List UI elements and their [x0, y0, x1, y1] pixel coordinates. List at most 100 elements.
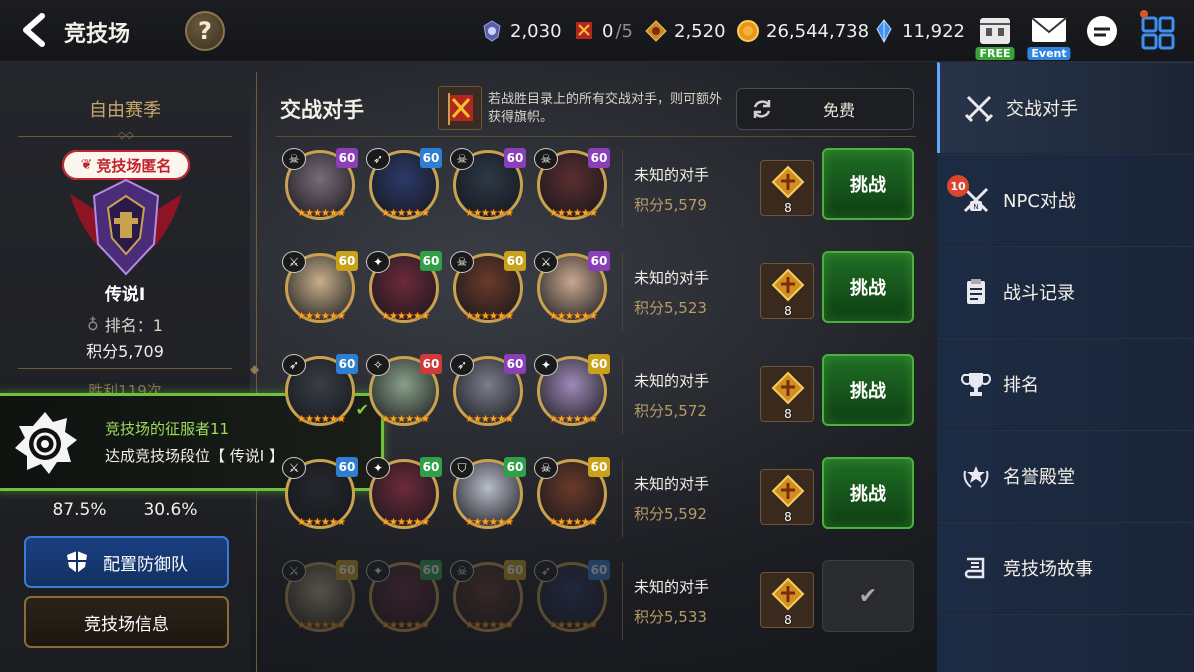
hero-portrait[interactable]: ☠ 60 ★★★★★★: [534, 148, 610, 224]
menu-hall-of-fame-label: 名誉殿堂: [1003, 467, 1075, 488]
menu-hall-of-fame[interactable]: 名誉殿堂: [937, 430, 1194, 521]
menu-ranking-label: 排名: [1003, 375, 1039, 396]
hero-level: 60: [588, 354, 610, 374]
hero-level: 60: [504, 560, 526, 580]
menu-ranking[interactable]: 排名: [937, 338, 1194, 429]
hero-class-icon: ⛉: [450, 457, 474, 479]
crystal-icon: [872, 19, 896, 43]
rank-medal-icon: ♁: [87, 314, 99, 334]
arena-menu: 交战对手 10 N NPC对战 战斗记录 排名 名誉殿堂 竞技场故事: [937, 62, 1194, 672]
opponent-row[interactable]: ⚔ 60 ★★★★★★ ✦ 60 ★★★★★★ ⛉ 60 ★★★★★★ ☠ 60 ★★★★★★ 未知的对…: [276, 451, 916, 545]
refresh-opponents-button[interactable]: 免费: [736, 88, 914, 130]
gold-coin-icon: [736, 19, 760, 43]
opponent-name: 未知的对手: [634, 578, 710, 596]
currency-arena-points: 2,030: [480, 18, 562, 44]
hero-portrait[interactable]: ☠ 60 ★★★★★★: [450, 560, 526, 636]
row-separator: [622, 562, 623, 640]
chat-button[interactable]: [1082, 12, 1122, 60]
completed-check-button[interactable]: ✔: [822, 560, 914, 632]
hero-class-icon: ➶: [366, 148, 390, 170]
event-mail-button[interactable]: Event: [1026, 10, 1072, 60]
chat-bubble-icon: [1087, 16, 1117, 46]
medal-count: 8: [784, 201, 792, 215]
hero-portrait[interactable]: ⛉ 60 ★★★★★★: [450, 457, 526, 533]
challenge-button[interactable]: 挑战: [822, 251, 914, 323]
currency-gold: 26,544,738: [736, 18, 869, 44]
hero-portrait[interactable]: ➶ 60 ★★★★★★: [282, 354, 358, 430]
hero-level: 60: [588, 560, 610, 580]
menu-npc-battle-label: NPC对战: [1003, 191, 1076, 212]
hero-stars-icon: ★★★★★★: [297, 208, 346, 219]
scroll-icon: [959, 551, 993, 585]
hero-level: 60: [504, 457, 526, 477]
hero-portrait[interactable]: ⚔ 60 ★★★★★★: [282, 560, 358, 636]
hero-portrait[interactable]: ☠ 60 ★★★★★★: [450, 251, 526, 327]
opponent-row[interactable]: ➶ 60 ★★★★★★ ✧ 60 ★★★★★★ ➶ 60 ★★★★★★ ✦ 60 ★★★★★★ 未知的对…: [276, 348, 916, 442]
hero-portrait[interactable]: ✧ 60 ★★★★★★: [366, 354, 442, 430]
hero-class-icon: ➶: [450, 354, 474, 376]
achievement-description: 达成竞技场段位【 传说Ⅰ 】: [105, 447, 284, 465]
hero-portrait[interactable]: ☠ 60 ★★★★★★: [282, 148, 358, 224]
hero-portrait[interactable]: ✦ 60 ★★★★★★: [366, 457, 442, 533]
grid-menu-button[interactable]: [1138, 10, 1178, 58]
hero-class-icon: ⚔: [282, 457, 306, 479]
hero-portrait[interactable]: ⚔ 60 ★★★★★★: [534, 251, 610, 327]
hero-portrait[interactable]: ➶ 60 ★★★★★★: [450, 354, 526, 430]
opponent-row[interactable]: ☠ 60 ★★★★★★ ➶ 60 ★★★★★★ ☠ 60 ★★★★★★ ☠ 60 ★★★★★★ 未知的对…: [276, 142, 916, 236]
opponent-name: 未知的对手: [634, 269, 710, 287]
hero-class-icon: ➶: [534, 560, 558, 582]
hero-stars-icon: ★★★★★★: [297, 414, 346, 425]
arena-points-value: 2,030: [510, 20, 562, 42]
hero-stars-icon: ★★★★★★: [549, 414, 598, 425]
hero-portrait[interactable]: ⚔ 60 ★★★★★★: [282, 251, 358, 327]
hero-stars-icon: ★★★★★★: [381, 517, 430, 528]
menu-npc-battle[interactable]: 10 N NPC对战: [937, 154, 1194, 245]
opponent-row[interactable]: ⚔ 60 ★★★★★★ ✦ 60 ★★★★★★ ☠ 60 ★★★★★★ ⚔ 60 ★★★★★★ 未知的对…: [276, 245, 916, 339]
shop-icon: [980, 18, 1010, 44]
menu-arena-story-label: 竞技场故事: [1003, 559, 1093, 580]
laurel-star-icon: [959, 459, 993, 493]
hero-stars-icon: ★★★★★★: [465, 517, 514, 528]
menu-opponents[interactable]: 交战对手: [937, 62, 1194, 153]
refresh-label: 免费: [822, 101, 855, 120]
hero-portrait[interactable]: ☠ 60 ★★★★★★: [450, 148, 526, 224]
hero-class-icon: ✦: [366, 457, 390, 479]
medals-value: 2,520: [674, 20, 726, 42]
hero-portrait[interactable]: ➶ 60 ★★★★★★: [534, 560, 610, 636]
challenge-button[interactable]: 挑战: [822, 354, 914, 426]
menu-battle-log[interactable]: 战斗记录: [937, 246, 1194, 337]
hero-level: 60: [420, 148, 442, 168]
trophy-icon: [959, 367, 993, 401]
flags-value: 0: [602, 20, 614, 42]
hero-class-icon: ☠: [450, 560, 474, 582]
hero-portrait[interactable]: ✦ 60 ★★★★★★: [534, 354, 610, 430]
hero-portrait[interactable]: ☠ 60 ★★★★★★: [534, 457, 610, 533]
configure-defense-button[interactable]: 配置防御队: [24, 536, 229, 588]
hero-class-icon: ☠: [450, 251, 474, 273]
tier-name: 传说Ⅰ: [104, 285, 146, 305]
hero-portrait[interactable]: ⚔ 60 ★★★★★★: [282, 457, 358, 533]
hero-level: 60: [336, 251, 358, 271]
challenge-button[interactable]: 挑战: [822, 457, 914, 529]
currency-flags: 0/5: [572, 18, 633, 44]
hero-stars-icon: ★★★★★★: [549, 208, 598, 219]
row-separator: [622, 459, 623, 537]
hero-class-icon: ✦: [366, 251, 390, 273]
opponents-divider: [276, 136, 916, 137]
hero-stars-icon: ★★★★★★: [297, 311, 346, 322]
opponent-row[interactable]: ⚔ 60 ★★★★★★ ✦ 60 ★★★★★★ ☠ 60 ★★★★★★ ➶ 60 ★★★★★★ 未知的对…: [276, 554, 916, 648]
hero-portrait[interactable]: ➶ 60 ★★★★★★: [366, 148, 442, 224]
menu-arena-story[interactable]: 竞技场故事: [937, 522, 1194, 613]
medal-count: 8: [784, 407, 792, 421]
back-arrow-icon[interactable]: [16, 10, 56, 50]
arena-info-button[interactable]: 竞技场信息: [24, 596, 229, 648]
flags-max: /5: [615, 20, 633, 42]
mail-icon: [1031, 17, 1067, 42]
free-shop-button[interactable]: FREE: [972, 10, 1018, 60]
challenge-button[interactable]: 挑战: [822, 148, 914, 220]
help-button[interactable]: ?: [185, 11, 225, 51]
hero-class-icon: ☠: [534, 457, 558, 479]
hero-portrait[interactable]: ✦ 60 ★★★★★★: [366, 560, 442, 636]
hero-level: 60: [336, 354, 358, 374]
hero-portrait[interactable]: ✦ 60 ★★★★★★: [366, 251, 442, 327]
